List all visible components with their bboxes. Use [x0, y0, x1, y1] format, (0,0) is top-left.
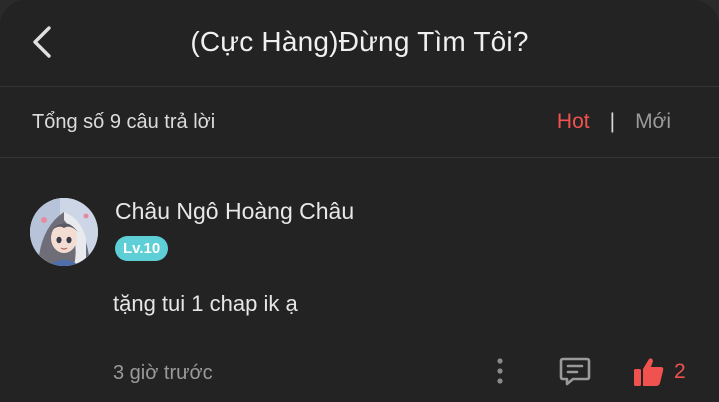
sort-hot-tab[interactable]: Hot [557, 110, 590, 134]
reply-button[interactable] [557, 353, 593, 389]
level-badge: Lv.10 [115, 236, 169, 261]
like-count: 2 [674, 360, 686, 383]
comment-item: Châu Ngô Hoàng Châu Lv.10 tặng tui 1 cha… [0, 158, 719, 402]
more-vertical-icon [497, 358, 503, 384]
answers-summary: Tổng số 9 câu trả lời Hot | Mới [0, 87, 719, 157]
avatar-illustration [30, 198, 98, 266]
header: (Cực Hàng)Đừng Tìm Tôi? [0, 0, 719, 86]
answer-count: Tổng số 9 câu trả lời [32, 111, 216, 133]
more-options-button[interactable] [490, 356, 510, 388]
chevron-left-icon [33, 26, 51, 58]
sort-new-tab[interactable]: Mới [635, 110, 671, 134]
comment-icon [559, 357, 591, 386]
page-title: (Cực Hàng)Đừng Tìm Tôi? [190, 26, 529, 57]
username[interactable]: Châu Ngô Hoàng Châu [115, 198, 354, 225]
thumbs-up-icon [634, 358, 664, 386]
avatar[interactable] [30, 198, 98, 266]
like-button[interactable]: 2 [632, 354, 686, 390]
comment-text: tặng tui 1 chap ik ạ [113, 291, 298, 316]
sort-separator: | [609, 110, 616, 133]
screen: (Cực Hàng)Đừng Tìm Tôi? Tổng số 9 câu tr… [0, 0, 719, 402]
timestamp: 3 giờ trước [113, 362, 213, 384]
sort-options: Hot | Mới [557, 110, 671, 134]
back-button[interactable] [22, 20, 62, 64]
